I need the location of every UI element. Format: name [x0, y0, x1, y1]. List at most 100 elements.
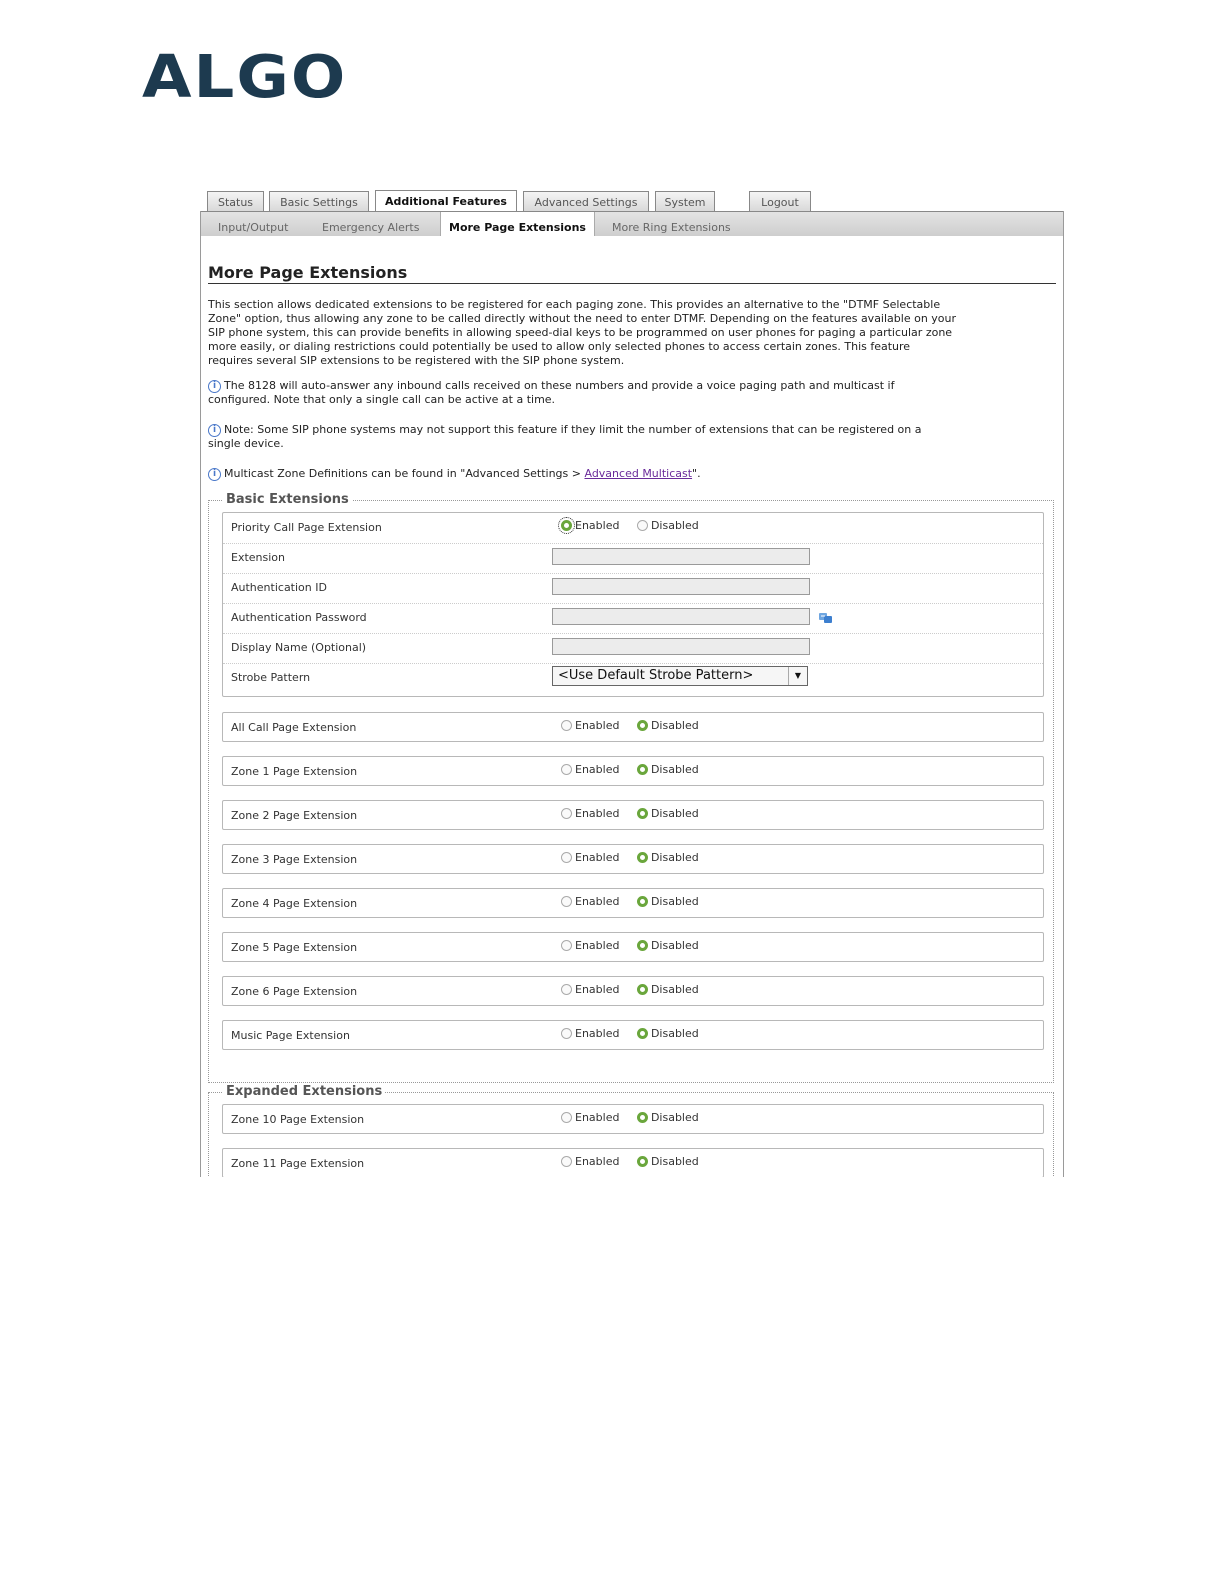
info-note-multicast: i Multicast Zone Definitions can be found…	[208, 467, 1058, 481]
zone4-radio-group: Enabled Disabled	[561, 895, 713, 908]
disabled-label: Disabled	[650, 763, 699, 776]
all-call-disabled-radio[interactable]	[636, 720, 648, 731]
zone1-label: Zone 1 Page Extension	[231, 765, 358, 778]
strobe-pattern-select[interactable]: <Use Default Strobe Pattern> ▼	[552, 666, 808, 686]
reveal-password-icon[interactable]	[818, 611, 833, 624]
zone1-box: Zone 1 Page Extension Enabled Disabled	[222, 756, 1044, 786]
zone1-radio-group: Enabled Disabled	[561, 763, 713, 776]
all-call-row: All Call Page Extension Enabled Disabled	[223, 713, 1043, 743]
subtab-more-ring-extensions[interactable]: More Ring Extensions	[612, 212, 731, 237]
info-note-auto-answer: i The 8128 will auto-answer any inbound c…	[208, 379, 1058, 407]
tab-advanced-settings[interactable]: Advanced Settings	[523, 191, 649, 211]
disabled-label: Disabled	[650, 851, 699, 864]
zone3-row: Zone 3 Page Extension Enabled Disabled	[223, 845, 1043, 875]
info-icon: i	[208, 468, 221, 481]
zone4-enabled-radio[interactable]	[561, 896, 572, 907]
music-enabled-radio[interactable]	[561, 1028, 572, 1039]
zone5-enabled-radio[interactable]	[561, 940, 572, 951]
subtab-more-page-extensions[interactable]: More Page Extensions	[440, 212, 595, 237]
zone3-radio-group: Enabled Disabled	[561, 851, 713, 864]
page-title: More Page Extensions	[208, 263, 408, 282]
zone4-label: Zone 4 Page Extension	[231, 897, 358, 910]
enabled-label: Enabled	[575, 983, 620, 996]
auth-password-input[interactable]	[552, 608, 810, 625]
zone5-disabled-radio[interactable]	[636, 940, 648, 951]
intro-line: Zone" option, thus allowing any zone to …	[208, 312, 957, 325]
info-text: single device.	[208, 437, 284, 450]
advanced-multicast-link[interactable]: Advanced Multicast	[584, 467, 692, 480]
intro-text: This section allows dedicated extensions…	[208, 298, 1058, 368]
music-box: Music Page Extension Enabled Disabled	[222, 1020, 1044, 1050]
zone6-box: Zone 6 Page Extension Enabled Disabled	[222, 976, 1044, 1006]
disabled-label: Disabled	[650, 1111, 699, 1124]
priority-disabled-radio[interactable]	[636, 520, 648, 531]
tab-logout[interactable]: Logout	[749, 191, 811, 211]
display-name-row: Display Name (Optional)	[223, 633, 1043, 664]
zone2-enabled-radio[interactable]	[561, 808, 572, 819]
zone10-disabled-radio[interactable]	[636, 1112, 648, 1123]
zone2-row: Zone 2 Page Extension Enabled Disabled	[223, 801, 1043, 831]
display-name-input[interactable]	[552, 638, 810, 655]
music-label: Music Page Extension	[231, 1029, 350, 1042]
disabled-label: Disabled	[650, 1027, 699, 1040]
zone4-disabled-radio[interactable]	[636, 896, 648, 907]
enabled-label: Enabled	[575, 851, 620, 864]
all-call-enabled-radio[interactable]	[561, 720, 572, 731]
zone4-row: Zone 4 Page Extension Enabled Disabled	[223, 889, 1043, 919]
auth-password-label: Authentication Password	[231, 611, 367, 624]
info-text: The 8128 will auto-answer any inbound ca…	[224, 379, 895, 392]
tab-basic-settings[interactable]: Basic Settings	[269, 191, 369, 211]
info-icon: i	[208, 380, 221, 393]
zone11-radio-group: Enabled Disabled	[561, 1155, 713, 1168]
subtab-emergency-alerts[interactable]: Emergency Alerts	[322, 212, 419, 237]
tab-additional-features[interactable]: Additional Features	[375, 190, 517, 212]
zone10-enabled-radio[interactable]	[561, 1112, 572, 1123]
zone1-row: Zone 1 Page Extension Enabled Disabled	[223, 757, 1043, 787]
strobe-pattern-value: <Use Default Strobe Pattern>	[558, 668, 754, 683]
subtab-input-output[interactable]: Input/Output	[218, 212, 288, 237]
zone1-disabled-radio[interactable]	[636, 764, 648, 775]
priority-enabled-radio[interactable]	[558, 517, 575, 534]
zone3-label: Zone 3 Page Extension	[231, 853, 358, 866]
extension-row: Extension	[223, 543, 1043, 574]
priority-call-label: Priority Call Page Extension	[231, 521, 382, 534]
disabled-label: Disabled	[650, 983, 699, 996]
disabled-label: Disabled	[650, 1155, 699, 1168]
zone10-box: Zone 10 Page Extension Enabled Disabled	[222, 1104, 1044, 1134]
zone11-enabled-radio[interactable]	[561, 1156, 572, 1167]
sub-tabs: Input/Output Emergency Alerts More Page …	[201, 211, 1063, 237]
info-icon: i	[208, 424, 221, 437]
info-text: Note: Some SIP phone systems may not sup…	[224, 423, 922, 436]
intro-line: requires several SIP extensions to be re…	[208, 354, 625, 367]
tab-system[interactable]: System	[655, 191, 715, 211]
info-note-sip: i Note: Some SIP phone systems may not su…	[208, 423, 1058, 451]
enabled-label: Enabled	[575, 719, 620, 732]
auth-id-input[interactable]	[552, 578, 810, 595]
zone6-disabled-radio[interactable]	[636, 984, 648, 995]
intro-line: more easily, or dialing restrictions cou…	[208, 340, 911, 353]
intro-line: This section allows dedicated extensions…	[208, 298, 941, 311]
tab-status[interactable]: Status	[207, 191, 264, 211]
zone10-row: Zone 10 Page Extension Enabled Disabled	[223, 1105, 1043, 1135]
zone3-enabled-radio[interactable]	[561, 852, 572, 863]
basic-extensions-legend: Basic Extensions	[223, 492, 352, 507]
zone6-label: Zone 6 Page Extension	[231, 985, 358, 998]
music-row: Music Page Extension Enabled Disabled	[223, 1021, 1043, 1051]
zone5-box: Zone 5 Page Extension Enabled Disabled	[222, 932, 1044, 962]
chevron-down-icon: ▼	[788, 667, 807, 685]
music-disabled-radio[interactable]	[636, 1028, 648, 1039]
enabled-label: Enabled	[575, 1155, 620, 1168]
content-panel: More Page Extensions This section allows…	[201, 236, 1063, 1177]
auth-id-label: Authentication ID	[231, 581, 327, 594]
zone10-radio-group: Enabled Disabled	[561, 1111, 713, 1124]
zone6-enabled-radio[interactable]	[561, 984, 572, 995]
title-divider	[208, 283, 1056, 284]
extension-input[interactable]	[552, 548, 810, 565]
zone11-disabled-radio[interactable]	[636, 1156, 648, 1167]
strobe-pattern-row: Strobe Pattern <Use Default Strobe Patte…	[223, 663, 1043, 693]
zone3-disabled-radio[interactable]	[636, 852, 648, 863]
zone2-disabled-radio[interactable]	[636, 808, 648, 819]
intro-line: SIP phone system, this can provide benef…	[208, 326, 953, 339]
settings-frame: Input/Output Emergency Alerts More Page …	[200, 211, 1064, 1177]
zone1-enabled-radio[interactable]	[561, 764, 572, 775]
